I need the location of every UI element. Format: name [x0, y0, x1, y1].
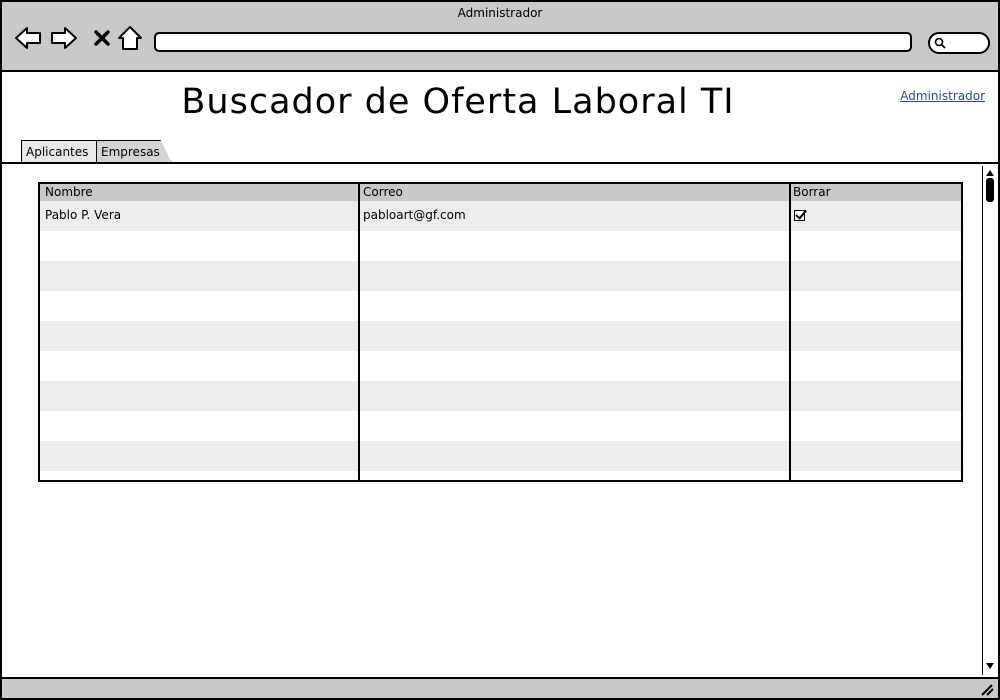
table-row-empty — [40, 351, 961, 381]
tabs-divider — [2, 162, 998, 164]
table-row[interactable]: Pablo P. Vera pabloart@gf.com — [40, 201, 961, 231]
scrollbar-thumb[interactable] — [986, 178, 994, 202]
column-divider — [358, 184, 360, 480]
column-header-borrar[interactable]: Borrar — [793, 185, 831, 199]
table-row-empty — [40, 321, 961, 351]
forward-arrow-icon[interactable] — [50, 24, 78, 52]
vertical-scrollbar[interactable] — [982, 166, 996, 675]
borrar-checkbox[interactable] — [794, 210, 805, 224]
scroll-up-icon[interactable] — [985, 168, 995, 178]
page-title: Buscador de Oferta Laboral TI — [181, 82, 735, 122]
search-input[interactable] — [928, 32, 990, 54]
column-header-nombre[interactable]: Nombre — [45, 185, 93, 199]
home-icon[interactable] — [116, 24, 144, 52]
search-icon — [934, 37, 946, 49]
tab-aplicantes[interactable]: Aplicantes — [21, 140, 97, 163]
browser-chrome: Administrador — [2, 2, 998, 72]
table-header: Nombre Correo Borrar — [40, 184, 961, 201]
table-row-empty — [40, 261, 961, 291]
table-row-empty — [40, 411, 961, 441]
scroll-down-icon[interactable] — [985, 661, 995, 671]
table-row-empty — [40, 381, 961, 411]
table-row-empty — [40, 441, 961, 471]
tab-empresas[interactable]: Empresas — [96, 140, 172, 163]
checked-checkbox-icon — [794, 210, 805, 221]
table-row-empty — [40, 231, 961, 261]
column-header-correo[interactable]: Correo — [363, 185, 403, 199]
url-input[interactable] — [154, 32, 912, 52]
administrador-link[interactable]: Administrador — [900, 89, 985, 103]
cell-nombre: Pablo P. Vera — [45, 208, 122, 222]
back-arrow-icon[interactable] — [14, 24, 42, 52]
applicants-table: Nombre Correo Borrar Pablo P. Vera pablo… — [38, 182, 963, 482]
resize-grip-icon[interactable] — [980, 682, 994, 696]
window-title: Administrador — [457, 6, 543, 20]
column-divider — [789, 184, 791, 480]
table-row-empty — [40, 291, 961, 321]
cell-correo: pabloart@gf.com — [363, 208, 466, 222]
status-bar — [2, 677, 998, 698]
close-icon[interactable] — [88, 24, 116, 52]
